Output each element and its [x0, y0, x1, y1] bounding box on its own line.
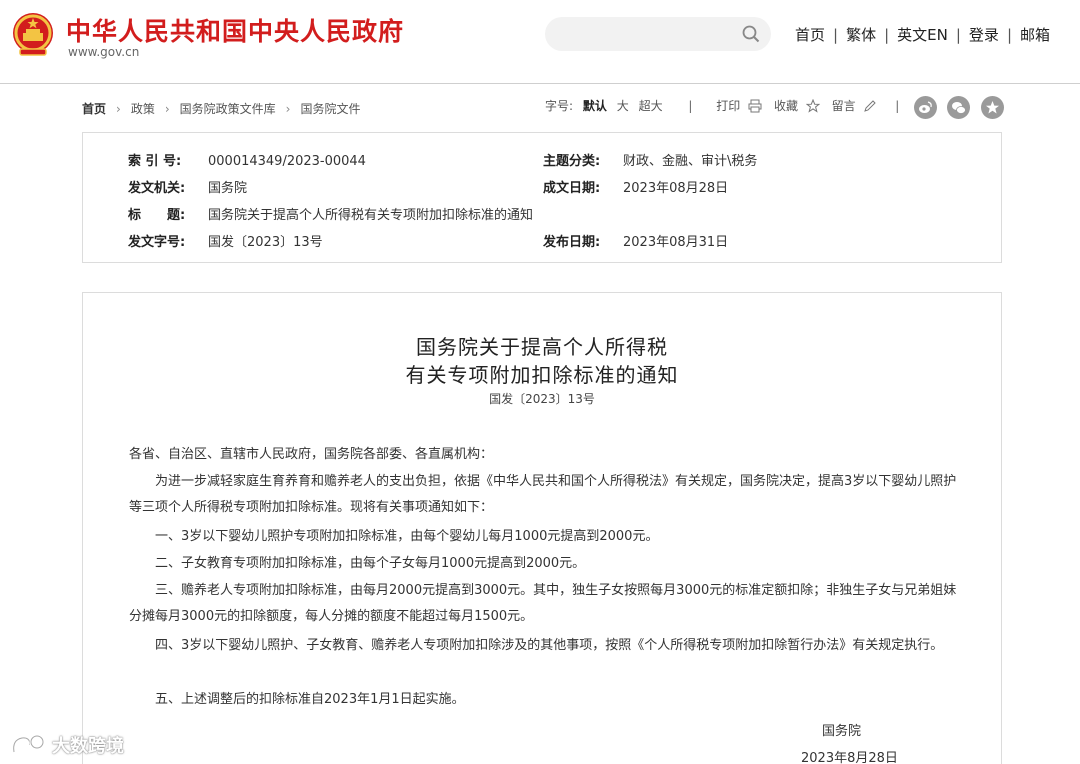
chevron-right-icon: › — [285, 102, 291, 116]
pencil-icon[interactable] — [863, 99, 877, 113]
watermark-text: 大数跨境 — [52, 736, 124, 757]
watermark-logo-icon — [12, 734, 45, 753]
article-item-5: 五、上述调整后的扣除标准自2023年1月1日起实施。 — [155, 692, 465, 707]
chevron-right-icon: › — [116, 102, 121, 116]
article-item-2: 二、子女教育专项附加扣除标准，由每个子女每月1000元提高到2000元。 — [155, 556, 586, 571]
article-sign-date: 2023年8月28日 — [801, 751, 898, 764]
article-item-3: 三、赡养老人专项附加扣除标准，由每月2000元提高到3000元。其中，独生子女按… — [129, 583, 957, 624]
comment-button[interactable]: 留言 — [832, 97, 856, 114]
nav-login[interactable]: 登录 — [969, 26, 999, 44]
meta-index-no: 索 引 号: 000014349/2023-00044 — [128, 154, 366, 169]
favorite-button[interactable]: 收藏 — [774, 97, 798, 114]
font-size-label: 字号: — [545, 99, 574, 113]
favorite-share-icon[interactable] — [981, 96, 1004, 119]
breadcrumb-state-council-docs[interactable]: 国务院文件 — [300, 102, 360, 116]
article-intro: 为进一步减轻家庭生育养育和赡养老人的支出负担，依据《中华人民共和国个人所得税法》… — [129, 474, 957, 515]
article-signature: 国务院 — [822, 724, 862, 739]
printer-icon[interactable] — [748, 99, 762, 113]
star-outline-icon[interactable] — [805, 98, 820, 113]
meta-issuer: 发文机关: 国务院 — [128, 181, 248, 196]
site-title[interactable]: 中华人民共和国中央人民政府 — [66, 12, 404, 48]
article-toolbar: 字号: 默认 大 超大 | 打印 收藏 留言 | — [545, 97, 900, 114]
font-size-xlarge[interactable]: 超大 — [639, 97, 663, 114]
meta-published-date: 发布日期: 2023年08月31日 — [543, 235, 729, 250]
font-size-large[interactable]: 大 — [617, 97, 629, 114]
weibo-share-icon[interactable] — [914, 96, 937, 119]
article-item-1: 一、3岁以下婴幼儿照护专项附加扣除标准，由每个婴幼儿每月1000元提高到2000… — [155, 529, 659, 544]
national-emblem-icon[interactable] — [11, 11, 55, 59]
nav-mailbox[interactable]: 邮箱 — [1020, 26, 1050, 44]
meta-written-date: 成文日期: 2023年08月28日 — [543, 181, 729, 196]
article-body: 国务院关于提高个人所得税 有关专项附加扣除标准的通知 国发〔2023〕13号 各… — [82, 292, 1002, 764]
nav-home[interactable]: 首页 — [795, 26, 825, 44]
font-size-default[interactable]: 默认 — [583, 97, 607, 114]
breadcrumb-policy-library[interactable]: 国务院政策文件库 — [180, 102, 276, 116]
meta-doc-no: 发文字号: 国发〔2023〕13号 — [128, 235, 323, 250]
article-salutation: 各省、自治区、直辖市人民政府，国务院各部委、各直属机构： — [129, 447, 494, 462]
site-url[interactable]: www.gov.cn — [68, 45, 139, 59]
top-nav: 首页 | 繁体 | 英文EN | 登录 | 邮箱 — [795, 26, 1051, 44]
breadcrumb-policy[interactable]: 政策 — [131, 102, 155, 116]
article-item-4: 四、3岁以下婴幼儿照护、子女教育、赡养老人专项附加扣除涉及的其他事项，按照《个人… — [155, 638, 944, 653]
site-header: 中华人民共和国中央人民政府 www.gov.cn 首页 | 繁体 | 英文EN | 登录 | 邮… — [0, 0, 1080, 84]
print-button[interactable]: 打印 — [716, 97, 740, 114]
search-icon[interactable] — [742, 25, 760, 43]
search-input[interactable] — [545, 17, 771, 51]
chevron-right-icon: › — [164, 102, 170, 116]
breadcrumb-home[interactable]: 首页 — [82, 102, 106, 116]
breadcrumb: 首页 › 政策 › 国务院政策文件库 › 国务院文件 — [82, 100, 361, 117]
article-title-line1: 国务院关于提高个人所得税 — [416, 335, 668, 359]
meta-title: 标 题: 国务院关于提高个人所得税有关专项附加扣除标准的通知 — [128, 208, 534, 223]
wechat-share-icon[interactable] — [947, 96, 970, 119]
nav-english[interactable]: 英文EN — [897, 26, 948, 44]
document-metadata: 索 引 号: 000014349/2023-00044 主题分类: 财政、金融、审计… — [82, 132, 1002, 263]
meta-topic: 主题分类: 财政、金融、审计\税务 — [543, 154, 758, 169]
article-title-line2: 有关专项附加扣除标准的通知 — [405, 363, 679, 387]
article-doc-number: 国发〔2023〕13号 — [489, 392, 595, 406]
nav-traditional[interactable]: 繁体 — [846, 26, 876, 44]
